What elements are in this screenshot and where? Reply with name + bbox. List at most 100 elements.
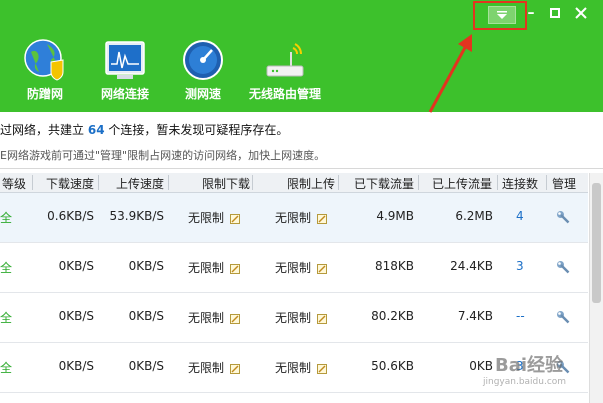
table-row[interactable]: 全 0KB/S 0KB/S 无限制 无限制 80.2KB 7.4KB -- <box>0 293 588 343</box>
maximize-button[interactable] <box>546 4 564 22</box>
cell-level: 全 <box>0 261 13 275</box>
edit-icon <box>230 363 241 374</box>
cell-limit-upload[interactable]: 无限制 <box>275 359 328 376</box>
summary-suffix: 个连接，暂未发现可疑程序存在。 <box>108 123 289 137</box>
close-icon <box>575 7 587 19</box>
minimize-icon: – <box>527 5 535 21</box>
cell-upload-speed: 53.9KB/S <box>109 209 164 223</box>
col-separator <box>497 175 498 190</box>
wrench-icon <box>557 210 570 223</box>
col-download-speed[interactable]: 下载速度 <box>46 175 94 192</box>
cell-limit-upload[interactable]: 无限制 <box>275 309 328 326</box>
col-separator <box>98 175 99 190</box>
table-row[interactable]: 全 0KB/S 0KB/S 无限制 无限制 818KB 24.4KB 3 <box>0 243 588 293</box>
cell-uploaded: 7.4KB <box>457 309 493 323</box>
annotation-arrow-icon <box>428 34 472 113</box>
cell-level: 全 <box>0 311 13 325</box>
tool-speed-test[interactable]: 测网速 <box>163 38 243 102</box>
cell-limit-upload[interactable]: 无限制 <box>275 259 328 276</box>
summary-prefix: 过网络，共建立 <box>0 123 85 137</box>
close-button[interactable] <box>572 4 590 22</box>
cell-downloaded: 818KB <box>374 259 414 273</box>
cell-upload-speed: 0KB/S <box>128 359 164 373</box>
tool-wifi-router-label: 无线路由管理 <box>248 87 321 101</box>
watermark-logo-text: Bai经验 <box>495 355 564 376</box>
limit-upload-value: 无限制 <box>275 311 312 325</box>
limit-download-value: 无限制 <box>188 211 225 225</box>
manage-button[interactable] <box>556 259 570 274</box>
limit-upload-value: 无限制 <box>275 361 312 375</box>
wrench-icon <box>557 310 570 323</box>
limit-download-value: 无限制 <box>188 311 225 325</box>
tool-network-connection[interactable]: 网络连接 <box>85 38 165 102</box>
limit-upload-value: 无限制 <box>275 211 312 225</box>
edit-icon <box>230 213 241 224</box>
edit-icon <box>317 213 328 224</box>
cell-connections[interactable]: 4 <box>516 209 524 223</box>
col-separator <box>546 175 547 190</box>
table-header: 等级 下载速度 上传速度 限制下载 限制上传 已下载流量 已上传流量 连接数 管… <box>0 173 588 193</box>
col-manage[interactable]: 管理 <box>552 175 576 192</box>
col-uploaded[interactable]: 已上传流量 <box>432 175 492 192</box>
cell-limit-download[interactable]: 无限制 <box>188 309 241 326</box>
cell-level: 全 <box>0 211 13 225</box>
col-separator <box>32 175 33 190</box>
tool-network-connection-label: 网络连接 <box>100 87 149 101</box>
cell-downloaded: 4.9MB <box>376 209 414 223</box>
cell-upload-speed: 0KB/S <box>128 309 164 323</box>
cell-download-speed: 0.6KB/S <box>47 209 94 223</box>
scrollbar-thumb[interactable] <box>592 183 601 303</box>
manage-button[interactable] <box>556 309 570 324</box>
tool-anti-leech-label: 防蹭网 <box>26 87 63 101</box>
cell-limit-download[interactable]: 无限制 <box>188 359 241 376</box>
col-connections[interactable]: 连接数 <box>502 175 538 192</box>
cell-uploaded: 24.4KB <box>450 259 493 273</box>
cell-downloaded: 50.6KB <box>371 359 414 373</box>
cell-upload-speed: 0KB/S <box>128 259 164 273</box>
highlight-box <box>473 1 527 30</box>
col-separator <box>252 175 253 190</box>
edit-icon <box>317 313 328 324</box>
watermark: Bai经验 jingyan.baidu.com <box>455 345 595 397</box>
speedometer-icon <box>183 40 223 80</box>
cell-connections[interactable]: 3 <box>516 259 524 273</box>
cell-limit-download[interactable]: 无限制 <box>188 259 241 276</box>
edit-icon <box>230 313 241 324</box>
globe-shield-icon <box>24 39 64 81</box>
col-downloaded[interactable]: 已下载流量 <box>354 175 414 192</box>
col-separator <box>168 175 169 190</box>
network-monitor-icon <box>105 41 145 79</box>
cell-limit-download[interactable]: 无限制 <box>188 209 241 226</box>
connection-count: 64 <box>87 123 105 137</box>
col-level[interactable]: 等级 <box>2 175 26 192</box>
tool-anti-leech[interactable]: 防蹭网 <box>5 38 85 102</box>
cell-downloaded: 80.2KB <box>371 309 414 323</box>
tool-wifi-router[interactable]: 无线路由管理 <box>245 38 325 102</box>
cell-connections[interactable]: -- <box>516 309 525 323</box>
status-summary: 过网络，共建立 64 个连接，暂未发现可疑程序存在。 <box>0 121 288 138</box>
cell-limit-upload[interactable]: 无限制 <box>275 209 328 226</box>
wifi-router-icon <box>266 43 304 77</box>
watermark-url: jingyan.baidu.com <box>483 377 567 387</box>
tip-text: E网络游戏前可通过"管理"限制占网速的访问网络，加快上网速度。 <box>0 149 326 162</box>
limit-upload-value: 无限制 <box>275 261 312 275</box>
cell-download-speed: 0KB/S <box>58 359 94 373</box>
edit-icon <box>230 263 241 274</box>
col-limit-download[interactable]: 限制下载 <box>202 175 250 192</box>
tool-speed-test-label: 测网速 <box>184 87 221 101</box>
col-separator <box>418 175 419 190</box>
cell-level: 全 <box>0 361 13 375</box>
manage-button[interactable] <box>556 209 570 224</box>
cell-download-speed: 0KB/S <box>58 259 94 273</box>
table-row[interactable]: 全 0.6KB/S 53.9KB/S 无限制 无限制 4.9MB 6.2MB 4 <box>0 193 588 243</box>
col-separator <box>338 175 339 190</box>
limit-download-value: 无限制 <box>188 261 225 275</box>
limit-download-value: 无限制 <box>188 361 225 375</box>
maximize-icon <box>550 8 560 18</box>
col-limit-upload[interactable]: 限制上传 <box>287 175 335 192</box>
col-upload-speed[interactable]: 上传速度 <box>116 175 164 192</box>
cell-uploaded: 6.2MB <box>455 209 493 223</box>
cell-download-speed: 0KB/S <box>58 309 94 323</box>
edit-icon <box>317 263 328 274</box>
edit-icon <box>317 363 328 374</box>
